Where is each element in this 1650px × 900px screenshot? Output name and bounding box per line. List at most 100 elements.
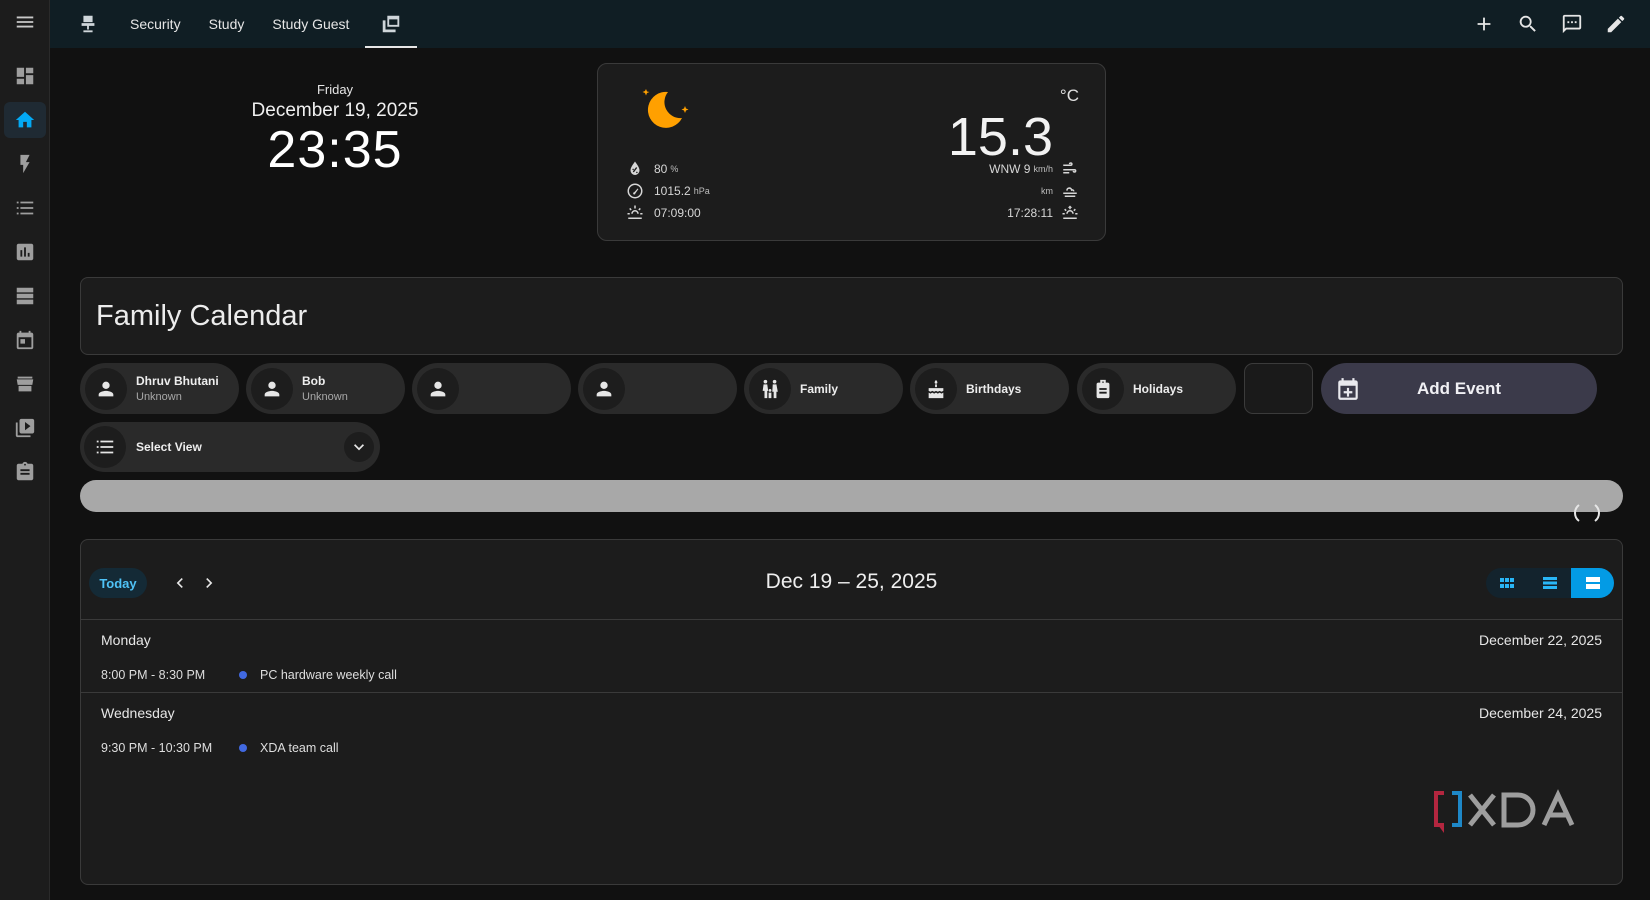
family-icon: [762, 379, 778, 398]
chip-name: Bob: [302, 374, 326, 388]
rows-icon: [1543, 577, 1557, 589]
chip-person-3[interactable]: [412, 363, 571, 414]
tab-security[interactable]: Security: [116, 0, 195, 48]
calendar-icon: [16, 330, 34, 350]
chip-name: Dhruv Bhutani: [136, 374, 219, 388]
chip-dhruv-bhutani[interactable]: Dhruv Bhutani Unknown: [80, 363, 239, 414]
event-item[interactable]: 8:00 PM - 8:30 PM PC hardware weekly cal…: [101, 668, 397, 682]
chip-status: Unknown: [136, 391, 182, 403]
calendar-title: Family Calendar: [96, 300, 308, 332]
add-button[interactable]: [1462, 2, 1506, 46]
clock-time: 23:35: [267, 121, 403, 179]
person-icon: [264, 381, 280, 396]
clock-card: Friday December 19, 2025 23:35: [200, 82, 470, 180]
bag-icon: [1096, 379, 1110, 398]
assist-button[interactable]: [1550, 2, 1594, 46]
sidebar-item-history[interactable]: [4, 234, 46, 270]
search-icon: [1519, 15, 1536, 32]
chat-icon: [1562, 14, 1582, 34]
chip-family[interactable]: Family: [744, 363, 903, 414]
tab-study[interactable]: Study: [195, 0, 259, 48]
pressure-unit: hPa: [693, 186, 710, 196]
view-list-button[interactable]: [1571, 568, 1614, 598]
chevron-down-icon: [354, 444, 364, 451]
view-month-button[interactable]: [1486, 568, 1529, 598]
chip-avatar: [417, 367, 459, 410]
chart-icon: [16, 243, 34, 261]
chip-avatar: [251, 367, 293, 410]
sidebar-item-hacs[interactable]: [4, 366, 46, 402]
person-icon: [98, 381, 114, 396]
chip-status: Unknown: [302, 391, 348, 403]
chip-icon: [915, 367, 957, 410]
add-event-button[interactable]: Add Event: [1321, 363, 1597, 414]
clipboard-icon: [16, 461, 34, 481]
day-date: December 22, 2025: [1479, 632, 1602, 648]
sidebar-item-energy[interactable]: [4, 146, 46, 182]
home-icon: [15, 111, 35, 128]
sidebar-item-media[interactable]: [4, 410, 46, 446]
weather-card[interactable]: °C 15.3 80 % 1015.2 hPa 07:09:00 WNW 9 k…: [597, 63, 1106, 241]
wind-icon: [1063, 162, 1077, 174]
chip-name: Holidays: [1133, 381, 1184, 396]
event-time: 8:00 PM - 8:30 PM: [101, 668, 206, 682]
list-icon: [16, 201, 34, 215]
list-icon: [96, 440, 114, 454]
tab-office[interactable]: [60, 0, 116, 48]
sidebar-item-server[interactable]: [4, 278, 46, 314]
select-view-toggle[interactable]: [344, 432, 374, 462]
chip-name: Family: [800, 381, 839, 396]
date-range: Dec 19 – 25, 2025: [765, 570, 938, 593]
empty-chip[interactable]: [1244, 363, 1313, 414]
xda-logo-icon: [1434, 789, 1575, 833]
tab-windows[interactable]: [363, 0, 419, 48]
agenda-icon: [1585, 577, 1600, 589]
sidebar-item-todo[interactable]: [4, 454, 46, 490]
sidebar-item-logbook[interactable]: [4, 190, 46, 226]
search-button[interactable]: [1506, 2, 1550, 46]
loading-spinner-icon: [1574, 504, 1600, 522]
day-heading: Monday: [101, 632, 151, 648]
chip-person-4[interactable]: [578, 363, 737, 414]
humidity-unit: %: [670, 164, 679, 174]
chip-icon: [1082, 367, 1124, 410]
event-item[interactable]: 9:30 PM - 10:30 PM XDA team call: [101, 741, 339, 755]
sidebar-item-home[interactable]: [4, 102, 46, 138]
sidebar-item-overview[interactable]: [4, 58, 46, 94]
temperature-value: 15.3: [947, 107, 1053, 167]
chip-birthdays[interactable]: Birthdays: [910, 363, 1069, 414]
sunrise-icon: [627, 205, 643, 219]
dashboard-icon: [16, 67, 34, 85]
chip-icon: [749, 367, 791, 410]
clock-day: Friday: [316, 82, 354, 97]
select-view-icon-wrap: [84, 426, 126, 468]
select-view-label: Select View: [136, 440, 202, 454]
wind-unit: km/h: [1033, 164, 1053, 174]
moon-icon: [642, 89, 689, 128]
chip-holidays[interactable]: Holidays: [1077, 363, 1236, 414]
event-dot: [239, 744, 247, 752]
sidebar-item-calendar[interactable]: [4, 322, 46, 358]
cake-icon: [928, 379, 944, 398]
visibility-row: km: [1038, 182, 1079, 200]
add-event-label: Add Event: [1416, 378, 1502, 398]
edit-button[interactable]: [1594, 2, 1638, 46]
chip-name: Birthdays: [966, 381, 1022, 396]
clock-date: December 19, 2025: [251, 100, 419, 121]
tab-study-guest[interactable]: Study Guest: [258, 0, 363, 48]
view-week-button[interactable]: [1529, 568, 1572, 598]
media-icon: [15, 418, 35, 438]
pencil-icon: [1607, 15, 1625, 33]
gauge-icon: [627, 183, 643, 199]
header-divider: [81, 619, 1622, 620]
wind-value: WNW 9: [989, 162, 1031, 176]
chip-bob[interactable]: Bob Unknown: [246, 363, 405, 414]
select-view-dropdown[interactable]: Select View: [80, 422, 380, 472]
fog-icon: [1063, 187, 1077, 197]
visibility-unit: km: [1041, 186, 1053, 196]
humidity-row: 80 %: [626, 160, 678, 178]
humidity-icon: [630, 161, 640, 175]
calendar-card: Today Dec 19 – 25, 2025 Monday December …: [80, 539, 1623, 885]
menu-button[interactable]: [4, 4, 46, 40]
event-title: PC hardware weekly call: [260, 668, 397, 682]
